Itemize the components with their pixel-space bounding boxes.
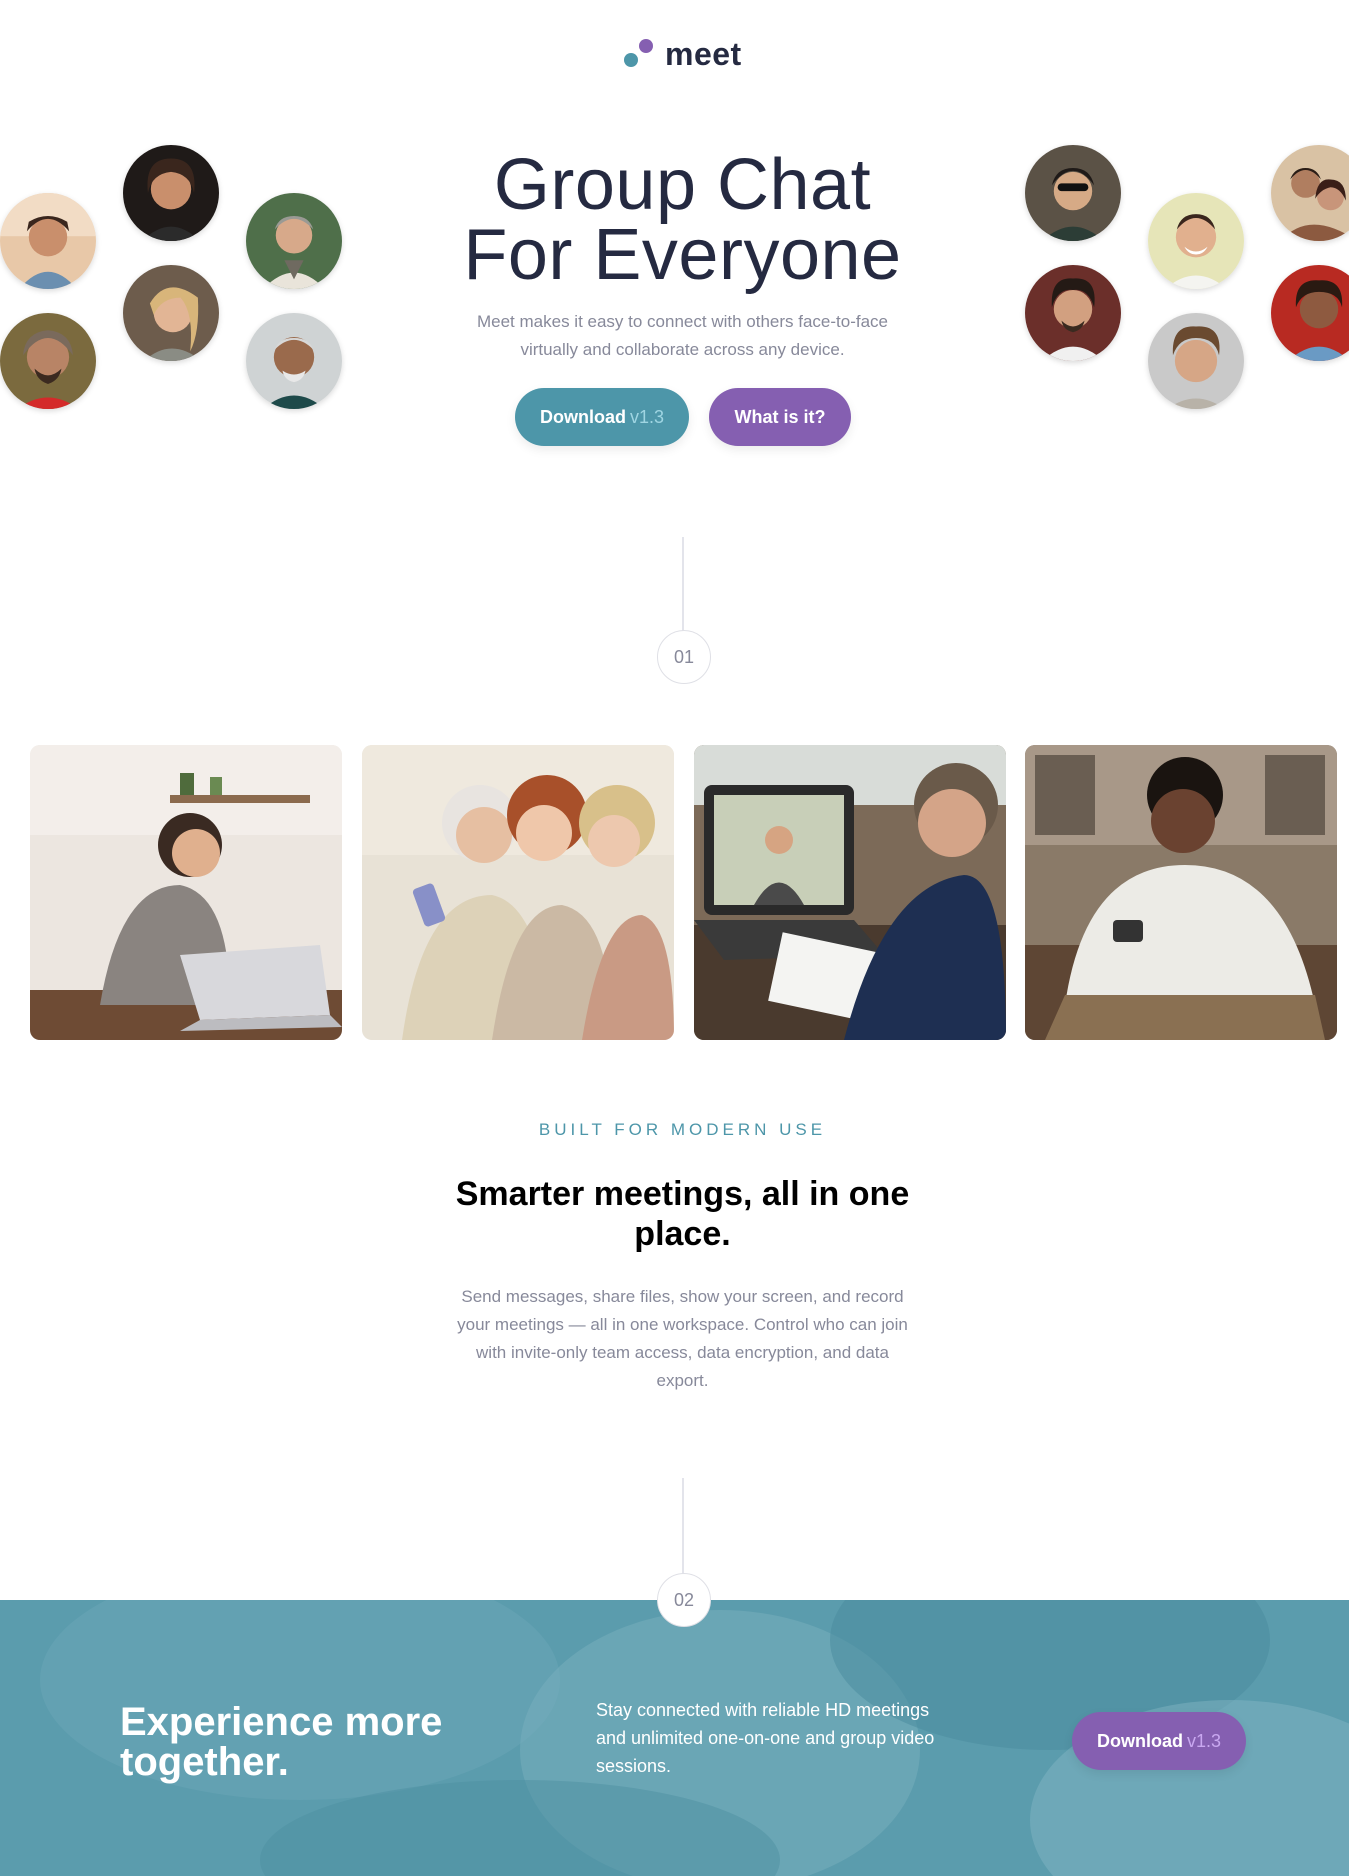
avatar-right-3: [1148, 193, 1244, 289]
cta-download-button-label: Download: [1096, 1730, 1183, 1751]
logo-mark-icon: [624, 36, 662, 72]
step-marker-01: 01: [657, 630, 711, 684]
cta-download-button[interactable]: Download v1.3: [1072, 1712, 1246, 1770]
photo-woman-laptop: [30, 745, 342, 1040]
hero-title: Group Chat For Everyone: [400, 149, 965, 291]
cta-band: Experience more together. Stay connected…: [0, 1600, 1349, 1876]
avatar-right-1: [1025, 145, 1121, 241]
what-is-it-button[interactable]: What is it?: [709, 388, 851, 446]
avatar-right-5: [1271, 145, 1349, 241]
hero-subtitle: Meet makes it easy to connect with other…: [476, 312, 889, 359]
avatar-right-4: [1148, 313, 1244, 409]
divider-line-1: [682, 537, 684, 631]
section-title: Smarter meetings, all in one place.: [455, 1175, 910, 1253]
download-button-label: Download: [539, 406, 626, 427]
cta-text: Stay connected with reliable HD meetings…: [596, 1700, 935, 1776]
cta-download-button-version: v1.3: [1186, 1730, 1222, 1751]
hero-title-line-1: Group Chat: [493, 145, 872, 225]
avatar-left-2: [0, 313, 96, 409]
hero-title-line-2: For Everyone: [463, 215, 902, 295]
section-body: Send messages, share files, show your sc…: [457, 1287, 908, 1390]
step-marker-02: 02: [657, 1573, 711, 1627]
avatar-right-2: [1025, 265, 1121, 361]
avatar-left-3: [123, 145, 219, 241]
logo-text: meet: [665, 36, 742, 72]
brand-logo[interactable]: meet: [624, 36, 742, 72]
section-eyebrow: BUILT FOR MODERN USE: [538, 1120, 827, 1139]
photo-man-smartphone: [1025, 745, 1337, 1040]
download-button[interactable]: Download v1.3: [515, 388, 689, 446]
photo-three-women-phone: [362, 745, 674, 1040]
avatar-left-4: [123, 265, 219, 361]
cta-title: Experience more together.: [120, 1700, 443, 1784]
avatar-left-5: [246, 193, 342, 289]
avatar-right-6: [1271, 265, 1349, 361]
avatar-left-6: [246, 313, 342, 409]
download-button-version: v1.3: [629, 406, 665, 427]
photo-man-video-call: [694, 745, 1006, 1040]
avatar-left-1: [0, 193, 96, 289]
what-is-it-button-label: What is it?: [734, 406, 826, 427]
